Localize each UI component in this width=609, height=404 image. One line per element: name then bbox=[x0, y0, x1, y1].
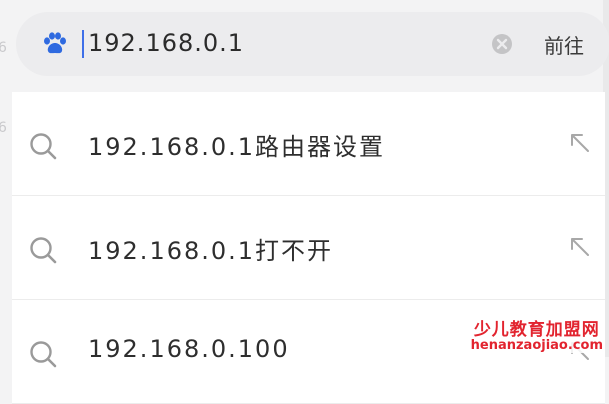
suggestion-item[interactable]: 192.168.0.1打不开 bbox=[12, 196, 605, 300]
suggestion-text: 192.168.0.1路由器设置 bbox=[88, 133, 386, 161]
search-bar[interactable]: 192.168.0.1 前往 bbox=[16, 12, 609, 76]
fill-arrow-icon[interactable] bbox=[568, 131, 592, 155]
suggestion-text: 192.168.0.1打不开 bbox=[88, 237, 334, 265]
site-watermark: 少儿教育加盟网 henanzaojiao.com bbox=[470, 319, 603, 354]
background-glyph: 6 bbox=[0, 40, 7, 56]
fill-arrow-icon[interactable] bbox=[568, 235, 592, 259]
watermark-title: 少儿教育加盟网 bbox=[473, 319, 600, 340]
suggestion-list: 192.168.0.1路由器设置 192.168.0.1打不开 192.168.… bbox=[12, 92, 605, 404]
watermark-url: henanzaojiao.com bbox=[470, 338, 603, 354]
background-glyph: 6 bbox=[0, 120, 7, 136]
search-input[interactable]: 192.168.0.1 bbox=[88, 29, 244, 57]
suggestion-text: 192.168.0.100 bbox=[88, 335, 290, 363]
go-button[interactable]: 前往 bbox=[544, 30, 584, 59]
text-cursor bbox=[82, 30, 84, 58]
baidu-paw-icon bbox=[44, 32, 66, 54]
search-icon bbox=[30, 133, 57, 160]
clear-icon[interactable] bbox=[491, 33, 513, 55]
search-icon bbox=[30, 341, 57, 368]
search-icon bbox=[30, 237, 57, 264]
suggestion-item[interactable]: 192.168.0.1路由器设置 bbox=[12, 92, 605, 196]
